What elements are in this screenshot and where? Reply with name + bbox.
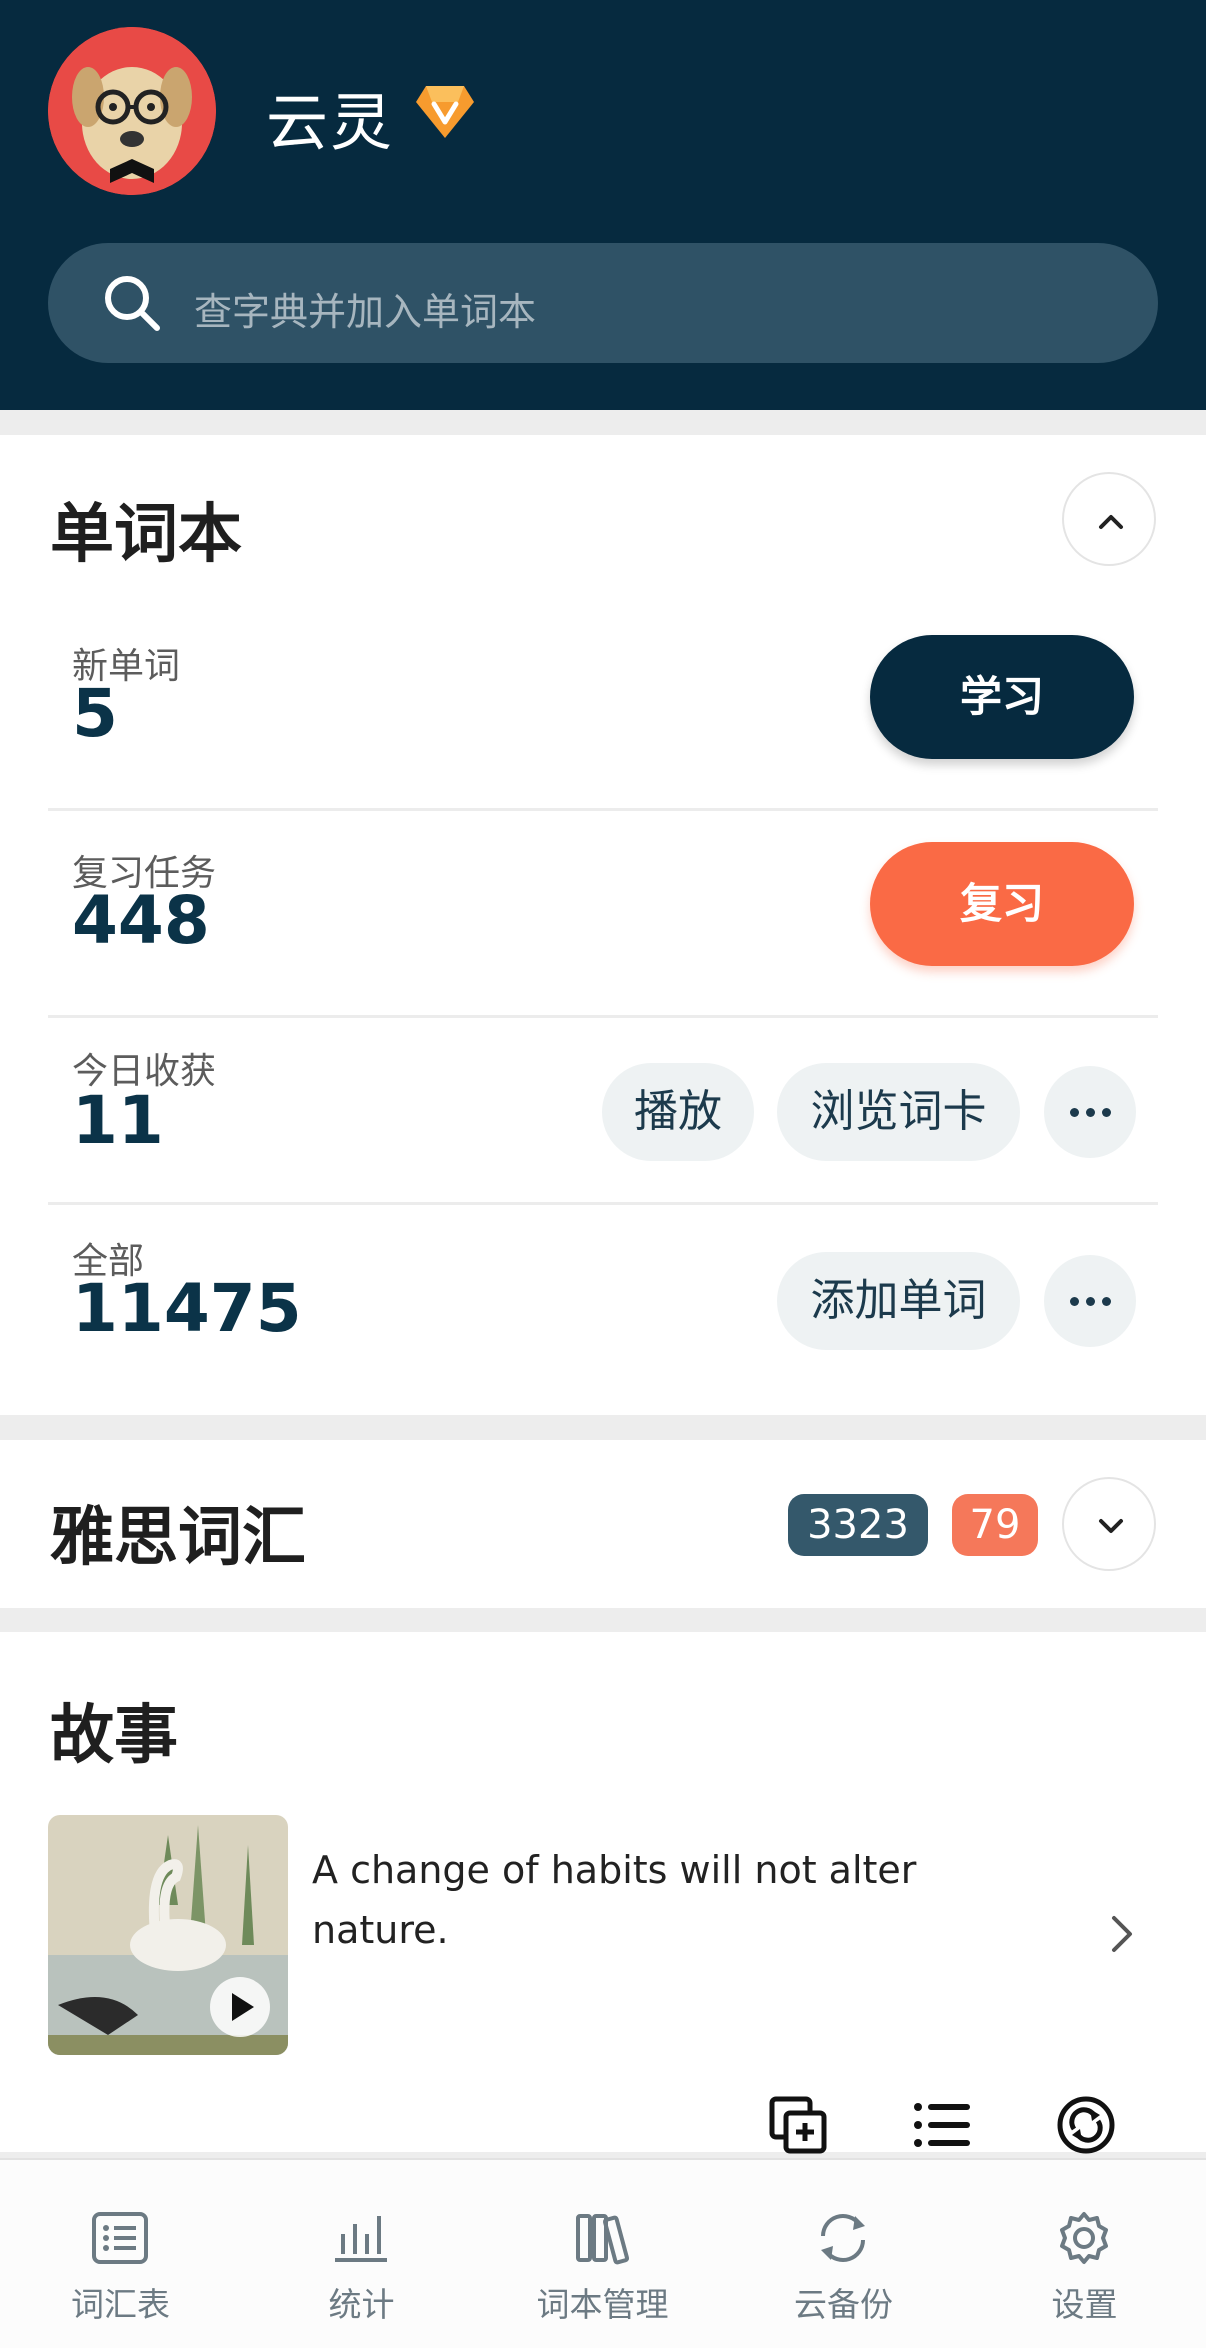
nav-label-settings: 设置 bbox=[1051, 2285, 1118, 2324]
vip-diamond-icon[interactable] bbox=[414, 82, 476, 140]
bar-chart-icon bbox=[335, 2216, 387, 2262]
ielts-title: 雅思词汇 bbox=[50, 1501, 306, 1575]
due-count-badge: 79 bbox=[952, 1494, 1038, 1556]
today-gains-row: 今日收获 11 播放 浏览词卡 bbox=[48, 1040, 1158, 1180]
list-view-icon[interactable] bbox=[912, 2095, 972, 2155]
ielts-vocab-card[interactable]: 雅思词汇 3323 79 bbox=[0, 1440, 1206, 1608]
nav-item-vocabulary[interactable]: 词汇表 bbox=[0, 2160, 241, 2348]
learn-button[interactable]: 学习 bbox=[870, 635, 1134, 759]
all-more-button[interactable] bbox=[1044, 1255, 1136, 1347]
search-icon bbox=[105, 276, 160, 331]
list-icon bbox=[92, 2212, 148, 2264]
refresh-circle-icon[interactable] bbox=[1056, 2095, 1116, 2155]
books-icon bbox=[576, 2214, 630, 2265]
expand-button[interactable] bbox=[1062, 1477, 1156, 1571]
all-words-row: 全部 11475 添加单词 bbox=[48, 1230, 1158, 1370]
total-count-badge: 3323 bbox=[788, 1494, 928, 1556]
story-thumbnail[interactable] bbox=[48, 1815, 288, 2055]
nav-label-statistics: 统计 bbox=[328, 2285, 395, 2324]
wordbook-card: 单词本 新单词 5 学习 复习任务 448 复习 今日收获 11 播放 浏览词卡… bbox=[0, 435, 1206, 1415]
nav-item-settings[interactable]: 设置 bbox=[964, 2160, 1205, 2348]
divider bbox=[48, 1202, 1158, 1205]
chevron-up-icon bbox=[1099, 515, 1123, 529]
review-tasks-row: 复习任务 448 复习 bbox=[48, 842, 1158, 982]
sync-icon bbox=[821, 2214, 865, 2262]
wordbook-title: 单词本 bbox=[50, 498, 242, 572]
nav-label-vocabulary: 词汇表 bbox=[71, 2285, 170, 2324]
nav-item-wordbook-management[interactable]: 词本管理 bbox=[482, 2160, 723, 2348]
nav-item-cloud-backup[interactable]: 云备份 bbox=[723, 2160, 964, 2348]
review-button[interactable]: 复习 bbox=[870, 842, 1134, 966]
bottom-navigation: 词汇表 统计 词本管理 云备份 设置 bbox=[0, 2158, 1206, 2348]
today-more-button[interactable] bbox=[1044, 1066, 1136, 1158]
add-word-button[interactable]: 添加单词 bbox=[777, 1252, 1020, 1350]
nav-item-statistics[interactable]: 统计 bbox=[241, 2160, 482, 2348]
divider bbox=[48, 1015, 1158, 1018]
browse-cards-button[interactable]: 浏览词卡 bbox=[777, 1063, 1020, 1161]
user-avatar[interactable] bbox=[48, 27, 216, 195]
review-tasks-count: 448 bbox=[72, 882, 210, 959]
chevron-down-icon bbox=[1099, 1519, 1123, 1533]
all-words-count: 11475 bbox=[72, 1270, 302, 1347]
nav-label-wordbook-management: 词本管理 bbox=[536, 2285, 669, 2324]
chevron-right-icon[interactable] bbox=[1106, 1912, 1138, 1956]
gear-icon bbox=[1060, 2212, 1108, 2264]
dictionary-search-bar[interactable]: 查字典并加入单词本 bbox=[48, 243, 1158, 363]
search-placeholder: 查字典并加入单词本 bbox=[194, 290, 537, 334]
new-words-count: 5 bbox=[72, 675, 118, 752]
add-card-icon[interactable] bbox=[768, 2095, 828, 2155]
today-gains-count: 11 bbox=[72, 1082, 164, 1159]
divider bbox=[48, 808, 1158, 811]
new-words-row: 新单词 5 学习 bbox=[48, 635, 1158, 775]
story-card: 故事 A change of habits will not alter nat… bbox=[0, 1632, 1206, 2152]
username: 云灵 bbox=[266, 86, 395, 159]
story-text[interactable]: A change of habits will not alter nature… bbox=[312, 1840, 952, 1960]
profile-header: 云灵 查字典并加入单词本 bbox=[0, 0, 1206, 410]
story-title: 故事 bbox=[50, 1699, 178, 1773]
nav-label-cloud-backup: 云备份 bbox=[794, 2285, 893, 2324]
collapse-button[interactable] bbox=[1062, 472, 1156, 566]
play-button[interactable]: 播放 bbox=[602, 1063, 754, 1161]
